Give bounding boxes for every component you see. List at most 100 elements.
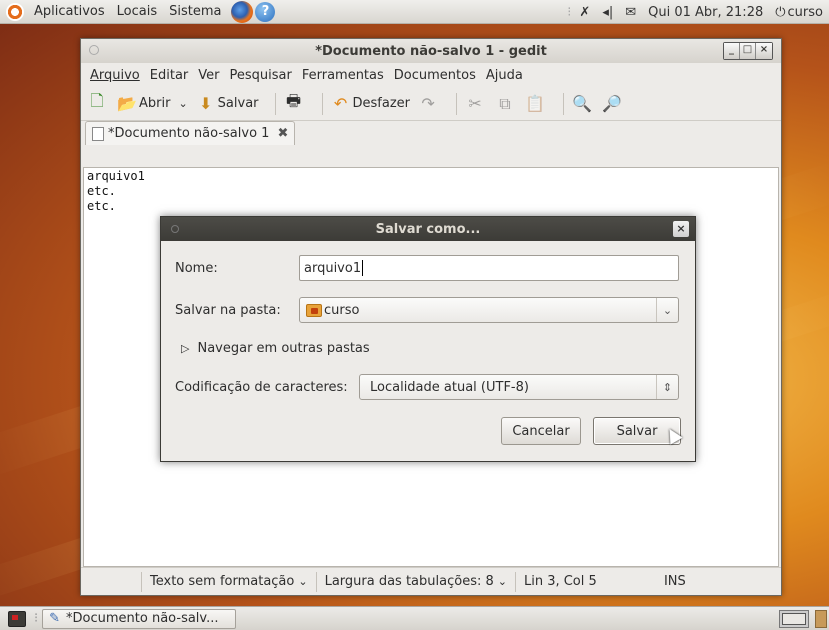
mail-icon[interactable]: ✉ — [625, 5, 636, 20]
save-icon: ⬇ — [198, 94, 213, 113]
taskbar-item-gedit[interactable]: ✎ *Documento não-salv... — [42, 608, 237, 629]
menu-sistema[interactable]: Sistema — [163, 4, 227, 19]
chevron-down-icon: ⌄ — [497, 575, 507, 588]
dialog-title: Salvar como... — [375, 221, 481, 237]
volume-icon[interactable]: ◂| — [602, 5, 613, 20]
undo-icon: ↶ — [333, 94, 348, 113]
window-title: *Documento não-salvo 1 - gedit — [315, 43, 547, 59]
chevron-down-icon[interactable]: ⌄ — [656, 298, 678, 322]
spin-arrows-icon[interactable]: ⇕ — [656, 375, 678, 399]
folder-combo[interactable]: curso ⌄ — [299, 297, 679, 323]
show-desktop-icon[interactable] — [8, 610, 26, 627]
maximize-icon[interactable]: □ — [740, 43, 756, 59]
cut-button[interactable]: ✂ — [465, 94, 487, 114]
print-button[interactable]: 🖶 — [284, 91, 306, 114]
folder-row: Salvar na pasta: curso ⌄ — [175, 297, 679, 323]
menubar: Arquivo Editar Ver Pesquisar Ferramentas… — [81, 63, 781, 87]
document-tabs: *Documento não-salvo 1 ✖ — [81, 121, 781, 145]
encoding-combo[interactable]: Localidade atual (UTF-8) ⇕ — [359, 374, 679, 400]
name-row: Nome: arquivo1 — [175, 255, 679, 281]
redo-button[interactable]: ↷ — [418, 94, 440, 114]
dialog-menu-icon[interactable] — [171, 225, 179, 233]
trash-icon[interactable] — [815, 610, 827, 628]
copy-button[interactable]: ⧉ — [495, 94, 517, 114]
cut-icon: ✂ — [468, 94, 482, 113]
window-menu-icon[interactable] — [89, 45, 99, 55]
text-caret — [362, 260, 364, 276]
toolbar-separator — [456, 92, 458, 115]
menu-editar[interactable]: Editar — [145, 68, 194, 83]
toolbar-separator — [321, 92, 323, 115]
close-icon[interactable]: × — [673, 221, 689, 237]
user-name[interactable]: curso — [788, 5, 823, 20]
browse-label: Navegar em outras pastas — [197, 341, 370, 356]
workspace-switcher[interactable] — [779, 610, 809, 628]
cancel-button[interactable]: Cancelar — [501, 417, 581, 445]
folder-value: curso — [324, 302, 360, 318]
panel-handle-icon: ⁝ — [34, 611, 39, 626]
bottom-panel: ⁝ ✎ *Documento não-salv... — [0, 606, 829, 630]
menu-locais[interactable]: Locais — [111, 4, 163, 19]
help-icon[interactable]: ? — [255, 1, 276, 22]
search-icon: 🔍 — [572, 94, 592, 113]
editor-line: etc. — [87, 184, 116, 198]
minimize-icon[interactable]: _ — [724, 43, 740, 59]
open-button[interactable]: 📂 Abrir ⌄ — [117, 94, 188, 114]
system-tray: ⁝ ✗ ◂| ✉ Qui 01 Abr, 21:28 ⏻ curso — [565, 0, 829, 24]
menu-documentos[interactable]: Documentos — [389, 68, 481, 83]
close-icon[interactable]: × — [756, 43, 772, 59]
tab-document[interactable]: *Documento não-salvo 1 ✖ — [85, 121, 296, 145]
editor-line: arquivo1 — [87, 169, 145, 183]
menu-ferramentas[interactable]: Ferramentas — [297, 68, 389, 83]
toolbar: 🗋 📂 Abrir ⌄ ⬇ Salvar 🖶 ↶ Desfazer ↷ ✂ ⧉ — [81, 87, 781, 121]
tab-label: *Documento não-salvo 1 — [108, 126, 270, 141]
gedit-app-icon: ✎ — [49, 611, 61, 626]
window-controls: _ □ × — [723, 42, 773, 60]
filename-input[interactable]: arquivo1 — [299, 255, 679, 281]
save-button[interactable]: ⬇ Salvar — [196, 94, 259, 114]
paste-icon: 📋 — [525, 94, 545, 113]
menu-aplicativos[interactable]: Aplicativos — [28, 4, 111, 19]
encoding-label: Codificação de caracteres: — [175, 379, 348, 395]
statusbar: Texto sem formatação ⌄ Largura das tabul… — [81, 567, 781, 595]
paste-button[interactable]: 📋 — [525, 94, 547, 114]
syntax-selector[interactable]: Texto sem formatação ⌄ — [142, 571, 316, 593]
undo-button[interactable]: ↶ Desfazer — [331, 94, 411, 114]
open-label: Abrir — [139, 96, 171, 111]
window-titlebar[interactable]: *Documento não-salvo 1 - gedit _ □ × — [81, 39, 781, 63]
panel-menus: Aplicativos Locais Sistema ? — [0, 0, 276, 24]
clock[interactable]: Qui 01 Abr, 21:28 — [648, 5, 763, 20]
chevron-down-icon: ⌄ — [298, 575, 308, 588]
browse-expander[interactable]: ▷ Navegar em outras pastas — [181, 341, 370, 356]
find-button[interactable]: 🔍 — [572, 94, 594, 114]
new-button[interactable]: 🗋 — [87, 91, 109, 114]
encoding-value: Localidade atual (UTF-8) — [370, 379, 529, 395]
power-icon[interactable]: ⏻ — [775, 5, 785, 20]
menu-pesquisar[interactable]: Pesquisar — [225, 68, 297, 83]
editor-line: etc. — [87, 199, 116, 213]
menu-ver[interactable]: Ver — [193, 68, 224, 83]
network-icon[interactable]: ✗ — [579, 5, 590, 20]
new-document-icon: 🗋 — [90, 91, 104, 110]
home-folder-icon — [306, 303, 322, 317]
expander-arrow-icon: ▷ — [181, 342, 190, 355]
menu-ajuda[interactable]: Ajuda — [481, 68, 528, 83]
filename-value: arquivo1 — [304, 260, 362, 276]
firefox-icon[interactable] — [231, 0, 254, 23]
find-replace-icon: 🔎 — [602, 94, 622, 113]
insert-mode: INS — [663, 574, 686, 589]
folder-open-icon: 📂 — [117, 94, 137, 113]
dialog-titlebar[interactable]: Salvar como... × — [161, 217, 695, 241]
replace-button[interactable]: 🔎 — [602, 94, 624, 114]
save-label: Salvar — [217, 96, 259, 111]
cursor-position: Lin 3, Col 5 — [523, 574, 597, 589]
close-tab-icon[interactable]: ✖ — [277, 126, 288, 141]
redo-icon: ↷ — [421, 94, 435, 113]
encoding-row: Codificação de caracteres: Localidade at… — [175, 374, 679, 400]
document-icon — [92, 126, 104, 141]
ubuntu-logo-icon[interactable] — [6, 2, 24, 21]
tab-width-selector[interactable]: Largura das tabulações: 8 ⌄ — [317, 571, 515, 593]
undo-label: Desfazer — [352, 96, 411, 111]
menu-arquivo[interactable]: Arquivo — [85, 68, 145, 83]
chevron-down-icon[interactable]: ⌄ — [178, 97, 187, 110]
